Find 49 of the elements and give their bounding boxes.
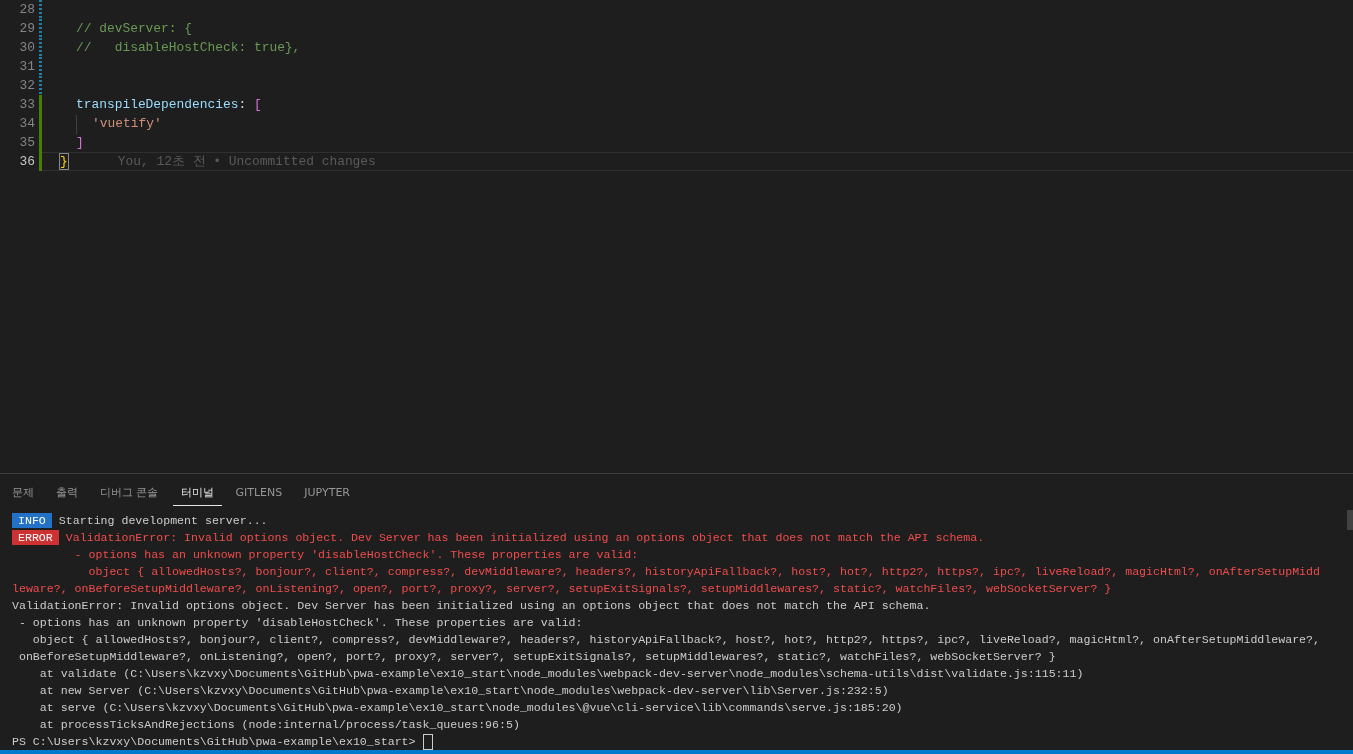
modified-line-marker[interactable] <box>39 19 42 38</box>
terminal-cursor <box>422 733 433 750</box>
line-number: 30 <box>18 40 35 55</box>
terminal-line: at serve (C:\Users\kzvxy\Documents\GitHub\pwa-example\ex10_start\node_modules\@vue\cli-service\lib\commands\serve.js:185:20) <box>38 701 903 714</box>
blame-annotation: You, 12초 전 • Uncommitted changes <box>117 153 376 170</box>
code-line: } <box>60 154 68 169</box>
scrollbar-thumb[interactable] <box>1347 510 1353 530</box>
line-number: 32 <box>18 78 35 93</box>
modified-line-marker[interactable] <box>39 38 42 57</box>
log-level-badge: INFO <box>12 513 52 528</box>
terminal-prompt: PS C:\Users\kzvxy\Documents\GitHub\pwa-example\ex10_start> <box>12 735 416 748</box>
added-line-marker[interactable] <box>39 114 42 133</box>
terminal-line: object { allowedHosts?, bonjour?, client?, compress?, devMiddleware?, headers?, historyApiFallback?, host?, hot?, http2?, https?, ipc?, liveReload?, magicHtml?, onAfterSetupMidd <box>87 565 1320 578</box>
terminal-line: at validate (C:\Users\kzvxy\Documents\GitHub\pwa-example\ex10_start\node_modules\webpack-dev-server\node_modules\schema-utils\dist\validate.js:115:11) <box>38 667 1084 680</box>
terminal-line: object { allowedHosts?, bonjour?, client?, compress?, devMiddleware?, headers?, historyApiFallback?, host?, hot?, http2?, https?, ipc?, liveReload?, magicHtml?, onAfterSetupMiddleware?, <box>31 633 1320 646</box>
line-number: 34 <box>18 116 35 131</box>
added-line-marker[interactable] <box>39 95 42 114</box>
terminal-line: Starting development server... <box>58 514 268 527</box>
code-line: ] <box>76 135 84 150</box>
line-number: 28 <box>18 2 35 17</box>
terminal-line: onBeforeSetupMiddleware?, onListening?, open?, port?, proxy?, server?, setupExitSignals?, setupMiddlewares?, static?, watchFiles?, webSocketServer? } <box>17 650 1056 663</box>
line-number: 31 <box>18 59 35 74</box>
panel-tab[interactable]: 출력 <box>48 478 86 506</box>
code-line: transpileDependencies: [ <box>76 97 262 112</box>
terminal-line: - options has an unknown property 'disableHostCheck'. These properties are valid: <box>17 616 583 629</box>
modified-line-marker[interactable] <box>39 76 42 95</box>
panel-tab[interactable]: 문제 <box>4 478 42 506</box>
panel-tab[interactable]: JUPYTER <box>296 479 358 505</box>
modified-line-marker[interactable] <box>39 0 42 19</box>
terminal-line: ValidationError: Invalid options object. Dev Server has been initialized using an options object that does not match the API schema. <box>12 599 931 612</box>
terminal-line: at processTicksAndRejections (node:internal/process/task_queues:96:5) <box>38 718 520 731</box>
terminal-line: at new Server (C:\Users\kzvxy\Documents\GitHub\pwa-example\ex10_start\node_modules\webpack-dev-server\lib\Server.js:232:5) <box>38 684 889 697</box>
added-line-marker[interactable] <box>39 152 42 171</box>
panel-tab[interactable]: 디버그 콘솔 <box>92 478 167 506</box>
log-level-badge: ERROR <box>12 530 59 545</box>
line-number: 29 <box>18 21 35 36</box>
code-line: // devServer: { <box>76 21 193 36</box>
code-line: 'vuetify' <box>92 116 162 131</box>
modified-line-marker[interactable] <box>39 57 42 76</box>
terminal-line: ValidationError: Invalid options object. Dev Server has been initialized using an options object that does not match the API schema. <box>65 531 985 544</box>
terminal-line: leware?, onBeforeSetupMiddleware?, onListening?, open?, port?, proxy?, server?, setupExitSignals?, setupMiddlewares?, static?, watchFiles?, webSocketServer? } <box>12 582 1112 595</box>
code-line: // disableHostCheck: true}, <box>76 40 301 55</box>
panel-tab[interactable]: 터미널 <box>172 478 222 506</box>
line-number: 36 <box>18 154 35 169</box>
panel-tab[interactable]: GITLENS <box>227 479 291 505</box>
line-number: 35 <box>18 135 35 150</box>
added-line-marker[interactable] <box>39 133 42 152</box>
line-number: 33 <box>18 97 35 112</box>
terminal-line: - options has an unknown property 'disableHostCheck'. These properties are valid: <box>73 548 639 561</box>
